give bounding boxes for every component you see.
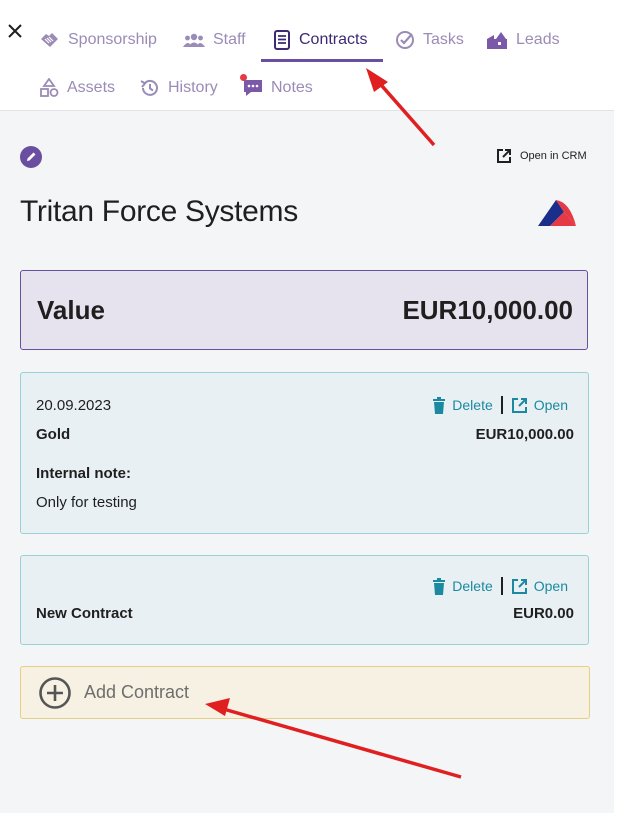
tab-label: Leads: [516, 31, 560, 48]
open-label: Open: [533, 397, 568, 413]
internal-note-text: Only for testing: [36, 494, 137, 511]
tab-label: History: [168, 79, 218, 96]
close-icon: [8, 24, 22, 38]
delete-label: Delete: [452, 397, 493, 413]
tab-assets[interactable]: Assets: [39, 66, 115, 110]
divider: [500, 396, 503, 414]
scrollbar[interactable]: [614, 0, 621, 813]
external-link-icon: [511, 578, 527, 594]
contract-actions: Delete Open: [432, 577, 568, 595]
close-button[interactable]: [5, 20, 25, 42]
tab-label: Staff: [213, 31, 246, 48]
delete-label: Delete: [452, 578, 493, 594]
tab-notes[interactable]: Notes: [240, 66, 313, 110]
contract-card: 20.09.2023 Delete Open Gold EUR10,000.00…: [20, 372, 589, 534]
tab-staff[interactable]: Staff: [183, 18, 246, 62]
tab-label: Notes: [271, 79, 313, 96]
tab-sponsorship[interactable]: Sponsorship: [39, 18, 157, 62]
leads-icon: [487, 32, 507, 49]
tab-label: Contracts: [299, 31, 368, 48]
delete-contract-button[interactable]: Delete: [432, 396, 493, 414]
contract-amount: EUR0.00: [513, 605, 574, 622]
contract-icon: [274, 30, 290, 50]
open-contract-button[interactable]: Open: [511, 397, 568, 414]
open-in-crm-link[interactable]: Open in CRM: [496, 148, 587, 164]
divider: [500, 577, 503, 595]
contract-name: New Contract: [36, 605, 133, 622]
chat-icon: [244, 80, 262, 96]
contract-actions: Delete Open: [432, 396, 568, 414]
open-in-crm-label: Open in CRM: [520, 150, 587, 162]
page-title: Tritan Force Systems: [20, 195, 298, 228]
tab-contracts[interactable]: Contracts: [273, 18, 367, 62]
tab-tasks[interactable]: Tasks: [395, 18, 464, 62]
trash-icon: [433, 577, 446, 595]
open-label: Open: [533, 578, 568, 594]
history-icon: [140, 79, 158, 96]
people-icon: [183, 33, 205, 47]
check-circle-icon: [396, 31, 414, 49]
contract-amount: EUR10,000.00: [475, 426, 574, 443]
tab-history[interactable]: History: [139, 66, 218, 110]
shapes-icon: [40, 78, 59, 97]
internal-note-label: Internal note:: [36, 465, 132, 482]
tab-label: Sponsorship: [68, 31, 157, 48]
delete-contract-button[interactable]: Delete: [432, 577, 493, 595]
external-link-icon: [511, 397, 527, 413]
notification-badge: [240, 74, 247, 81]
edit-button[interactable]: [20, 146, 42, 168]
value-amount: EUR10,000.00: [402, 295, 573, 325]
tab-leads[interactable]: Leads: [486, 18, 560, 62]
handshake-icon: [41, 33, 58, 47]
notes-icon-wrap: [240, 74, 263, 98]
trash-icon: [433, 396, 446, 414]
tab-label: Tasks: [423, 31, 464, 48]
tab-label: Assets: [67, 79, 116, 96]
contract-name: Gold: [36, 426, 71, 443]
contract-date: 20.09.2023: [36, 397, 112, 414]
add-contract-button[interactable]: Add Contract: [20, 666, 590, 719]
active-tab-indicator: [261, 59, 383, 62]
external-link-icon: [497, 149, 511, 163]
open-contract-button[interactable]: Open: [511, 578, 568, 595]
tab-bar: Sponsorship Staff Contracts Tasks Leads …: [0, 0, 614, 111]
pencil-icon: [27, 152, 36, 161]
value-label: Value: [37, 295, 105, 325]
company-logo: [538, 200, 576, 226]
plus-circle-icon: [39, 676, 71, 709]
value-summary-card: Value EUR10,000.00: [20, 270, 588, 350]
contract-card: Delete Open New Contract EUR0.00: [20, 555, 589, 645]
add-contract-label: Add Contract: [84, 682, 190, 702]
